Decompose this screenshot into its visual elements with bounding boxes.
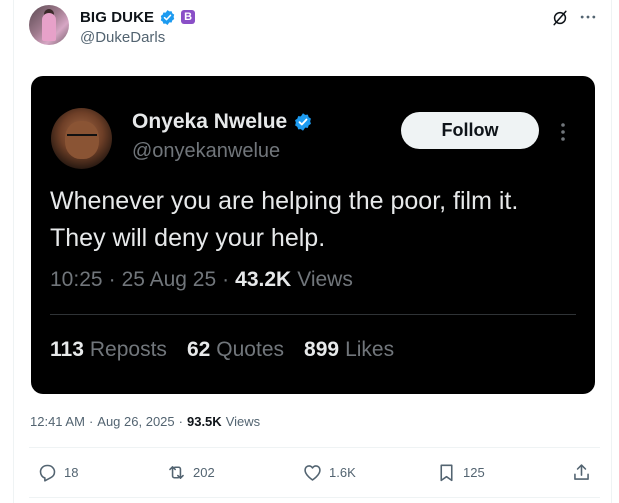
quoted-more-icon (561, 123, 565, 141)
like-count: 1.6K (329, 464, 356, 480)
affiliate-badge: B (181, 10, 196, 24)
follow-button: Follow (401, 112, 539, 149)
quoted-author-avatar (51, 108, 112, 169)
reply-button[interactable]: 18 (37, 459, 78, 485)
quoted-verified-icon (295, 113, 312, 131)
divider (29, 497, 600, 498)
author-display-name[interactable]: BIG DUKE (80, 9, 154, 26)
quoted-likes-label: Likes (345, 338, 395, 361)
quoted-post-text: Whenever you are helping the poor, film … (50, 187, 519, 252)
frame-border-left (13, 0, 14, 503)
post-views-count: 93.5K (186, 414, 222, 429)
quoted-quotes-label: Quotes (216, 338, 285, 361)
quoted-name-row: Onyeka Nwelue (132, 110, 313, 134)
quoted-post-meta: 10:25 · 25 Aug 25 · 43.2K Views (50, 268, 353, 291)
quoted-time: 10:25 (50, 268, 103, 291)
grok-icon[interactable] (550, 8, 570, 28)
quoted-quotes-count: 62 (186, 338, 211, 361)
quoted-date: 25 Aug 25 (121, 268, 217, 291)
repost-button[interactable]: 202 (166, 459, 215, 485)
quoted-views-count: 43.2K (235, 268, 292, 291)
quoted-reposts-count: 113 (50, 338, 84, 361)
reply-count: 18 (64, 464, 79, 480)
post-date[interactable]: Aug 26, 2025 (97, 414, 174, 429)
bookmark-icon (440, 464, 453, 481)
more-icon[interactable] (578, 7, 598, 27)
quoted-post-stats: 113 Reposts 62 Quotes 899 Likes (50, 338, 414, 362)
post-time[interactable]: 12:41 AM (30, 414, 85, 429)
quoted-post-screenshot[interactable]: Onyeka Nwelue @onyekanwelue Follow Whene… (31, 76, 595, 394)
reply-icon (39, 464, 56, 482)
action-bar: 18 202 1.6K 125 (29, 459, 600, 485)
like-icon (304, 464, 321, 481)
author-avatar[interactable] (29, 5, 69, 45)
author-name-row: BIG DUKE B (80, 7, 196, 27)
bookmark-count: 125 (463, 464, 485, 480)
share-icon (574, 463, 589, 480)
bookmark-button[interactable]: 125 (436, 459, 485, 485)
post-views-label: Views (225, 414, 261, 429)
post-timestamp: 12:41 AM · Aug 26, 2025 · 93.5K Views (30, 414, 261, 429)
quoted-display-name: Onyeka Nwelue (132, 110, 288, 133)
repost-icon (169, 465, 184, 479)
repost-count: 202 (193, 464, 215, 480)
verified-icon (160, 9, 175, 25)
author-handle[interactable]: @DukeDarls (80, 29, 165, 46)
frame-border-right (611, 0, 612, 503)
share-button[interactable] (571, 459, 592, 485)
quoted-handle: @onyekanwelue (132, 140, 281, 162)
quoted-likes-count: 899 (304, 338, 340, 361)
post-header: BIG DUKE B @DukeDarls (29, 5, 599, 49)
quoted-divider (50, 314, 576, 315)
quoted-reposts-label: Reposts (89, 338, 167, 361)
like-button[interactable]: 1.6K (302, 459, 356, 485)
quoted-views-label: Views (297, 268, 353, 291)
divider (29, 447, 600, 448)
